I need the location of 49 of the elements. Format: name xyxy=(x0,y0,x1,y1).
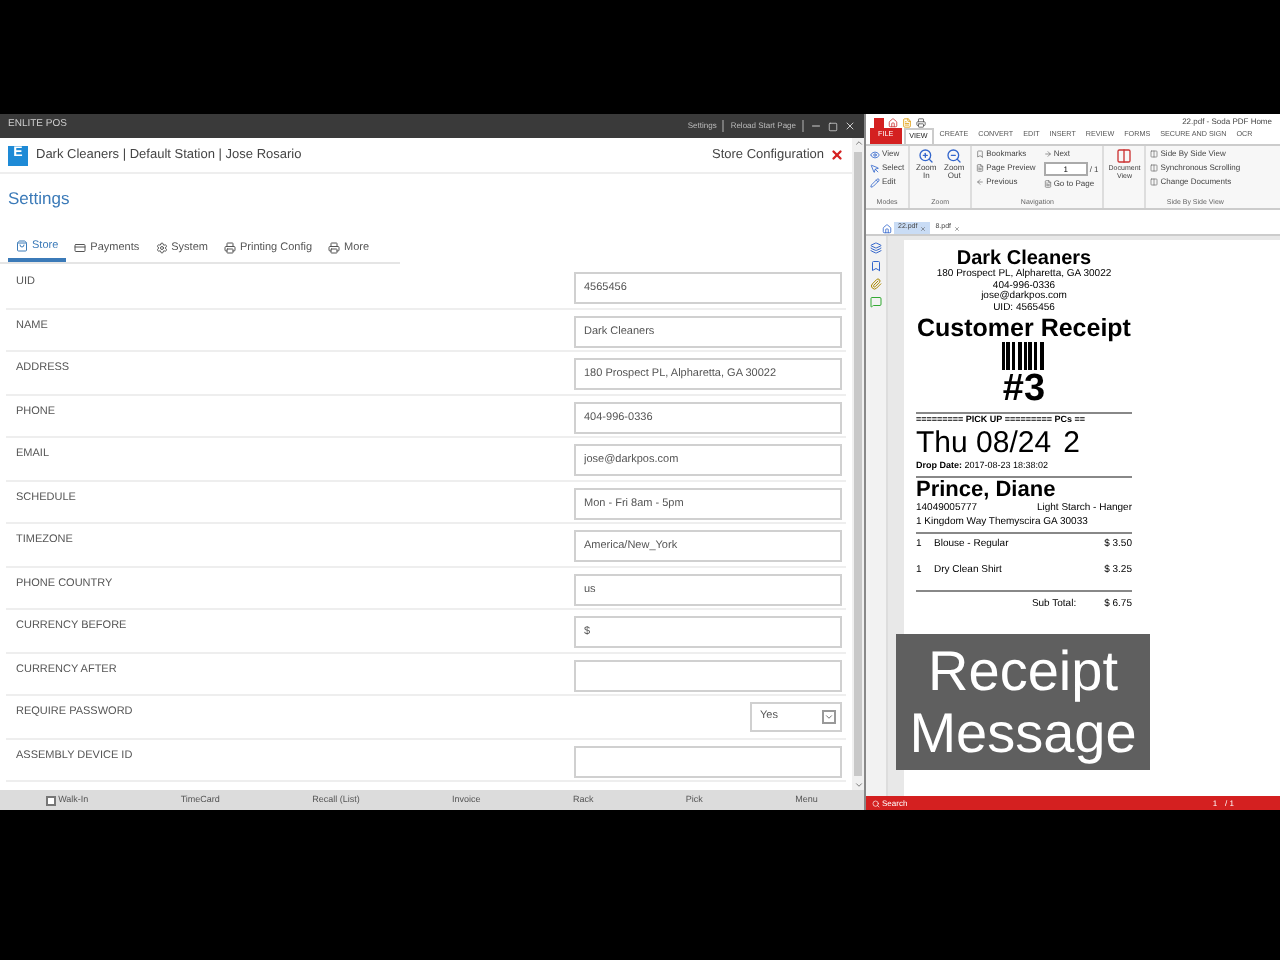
columns-icon xyxy=(1116,148,1133,164)
caption-text: Message xyxy=(909,702,1137,764)
home-icon[interactable] xyxy=(888,117,898,127)
zoom-in-icon xyxy=(918,148,935,164)
text-field[interactable] xyxy=(574,659,842,691)
close-icon[interactable] xyxy=(830,148,844,162)
receipt-number: #3 xyxy=(1002,370,1046,408)
barcode-icon xyxy=(1002,342,1046,370)
tab-icon xyxy=(74,242,87,254)
columns-icon xyxy=(1150,178,1159,186)
scroll-down-icon[interactable] xyxy=(853,780,863,790)
right-arrow-icon xyxy=(1043,150,1052,158)
paperclip-icon[interactable] xyxy=(870,278,882,290)
eye-icon xyxy=(870,149,880,159)
receipt-title: Customer Receipt xyxy=(917,314,1131,342)
zoom-out-icon xyxy=(946,148,963,164)
tab-icon xyxy=(223,242,236,254)
page-heading: Settings xyxy=(8,186,70,212)
tab-icon xyxy=(328,242,341,254)
layers-icon[interactable] xyxy=(870,242,882,254)
page-icon xyxy=(1043,180,1052,188)
pencil-icon xyxy=(870,177,880,187)
caption-text: Receipt xyxy=(928,640,1118,702)
walk-in-checkbox[interactable] xyxy=(46,795,57,805)
scroll-up-icon[interactable] xyxy=(853,138,863,148)
customer-name: Prince, Diane xyxy=(916,477,1058,501)
maximize-icon[interactable] xyxy=(828,121,838,131)
app-icon xyxy=(874,117,884,127)
print-icon[interactable] xyxy=(916,117,926,127)
pointer-icon xyxy=(870,163,880,173)
search-icon[interactable] xyxy=(872,799,880,807)
text-field[interactable] xyxy=(574,745,842,777)
chevron-icon xyxy=(822,710,836,724)
page-icon xyxy=(976,164,985,172)
minimize-icon[interactable] xyxy=(810,120,822,132)
bookmark-icon[interactable] xyxy=(870,260,882,272)
columns-icon xyxy=(1150,150,1159,158)
pickup-date: Thu 08/24 xyxy=(916,427,1052,460)
scrollbar[interactable] xyxy=(852,138,864,790)
document-icon[interactable] xyxy=(902,117,912,127)
bookmark-icon xyxy=(976,150,985,158)
tab-icon xyxy=(155,242,168,254)
store-name: Dark Cleaners xyxy=(956,248,1092,270)
tab-icon xyxy=(16,240,28,252)
columns-icon xyxy=(1150,164,1159,172)
piece-count: 2 xyxy=(1063,427,1080,460)
comment-icon[interactable] xyxy=(870,296,882,308)
left-arrow-icon xyxy=(976,178,985,186)
home-icon[interactable] xyxy=(882,224,892,234)
